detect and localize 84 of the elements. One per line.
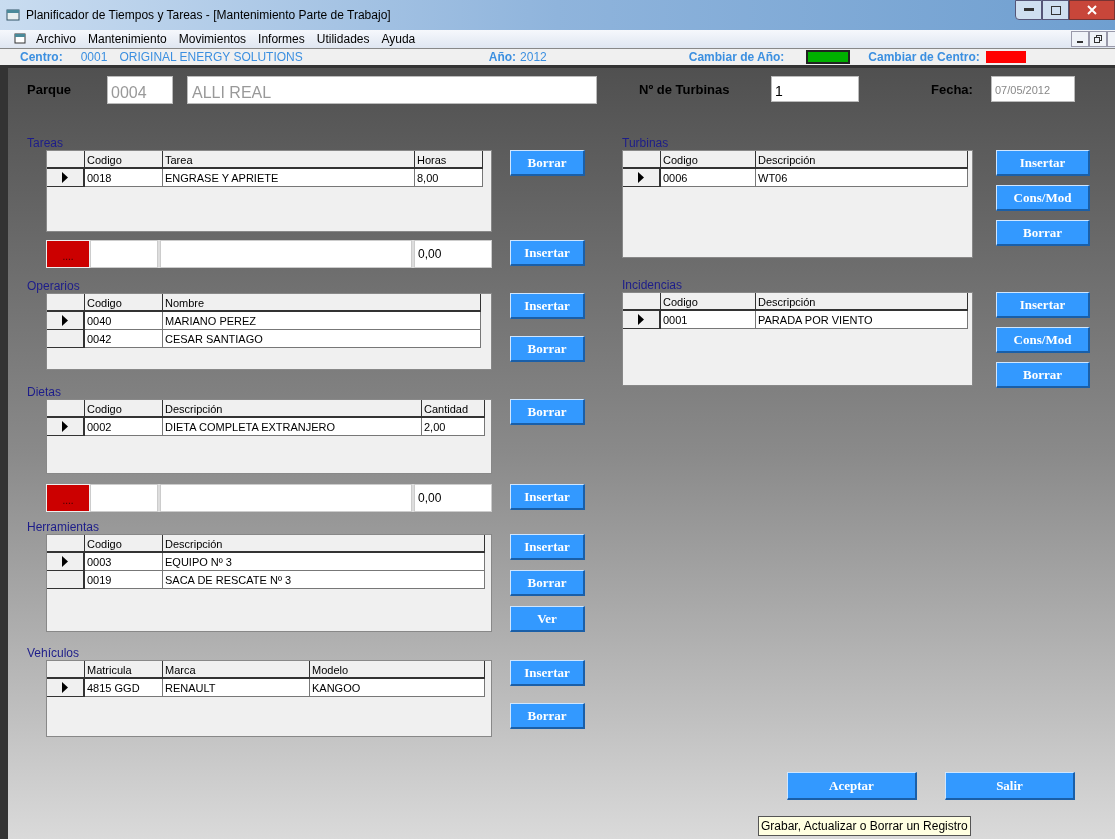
- row-indicator[interactable]: [47, 330, 85, 348]
- table-cell: PARADA POR VIENTO: [756, 311, 968, 329]
- table-cell: MARIANO PEREZ: [163, 312, 481, 330]
- center-code: 0001: [80, 49, 108, 66]
- maximize-button[interactable]: [1042, 0, 1069, 20]
- table-cell: DIETA COMPLETA EXTRANJERO: [163, 418, 422, 436]
- menu-item[interactable]: Ayuda: [381, 30, 416, 48]
- table-cell: 4815 GGD: [85, 679, 163, 697]
- table-cell: 0018: [85, 169, 163, 187]
- description-input[interactable]: [160, 240, 412, 268]
- pointer-icon: [62, 172, 68, 183]
- date-label: Fecha:: [931, 81, 974, 99]
- document-icon[interactable]: [14, 33, 28, 45]
- table-cell: KANGOO: [310, 679, 485, 697]
- maximize-icon: [1050, 5, 1061, 15]
- description-input[interactable]: [160, 484, 412, 512]
- pointer-icon: [638, 172, 644, 183]
- tooltip: Grabar, Actualizar o Borrar un Registro: [758, 816, 971, 836]
- section-title: Vehículos: [27, 645, 81, 660]
- menu-item[interactable]: Movimientos: [178, 30, 247, 48]
- table-cell: ENGRASE Y APRIETE: [163, 169, 415, 187]
- table-cell: CESAR SANTIAGO: [163, 330, 481, 348]
- amount-input[interactable]: 0,00: [414, 240, 492, 268]
- date-field[interactable]: 07/05/2012: [991, 76, 1075, 102]
- section-title: Tareas: [27, 135, 65, 150]
- center-name: ORIGINAL ENERGY SOLUTIONS: [119, 49, 303, 66]
- row-indicator[interactable]: [47, 169, 85, 187]
- year-label: Año:: [488, 49, 517, 66]
- table-cell: RENAULT: [163, 679, 310, 697]
- table-cell: EQUIPO Nº 3: [163, 553, 485, 571]
- pointer-icon: [638, 314, 644, 325]
- code-input[interactable]: [90, 240, 158, 268]
- turbines-count-field[interactable]: 1: [771, 76, 859, 102]
- row-indicator[interactable]: [47, 418, 85, 436]
- table-cell: 0002: [85, 418, 163, 436]
- menu-item[interactable]: Informes: [258, 30, 305, 48]
- change-year-button[interactable]: [806, 50, 851, 64]
- table-cell: 8,00: [415, 169, 483, 187]
- code-input[interactable]: [90, 484, 158, 512]
- pointer-icon: [62, 556, 68, 567]
- minimize-button[interactable]: [1071, 31, 1089, 47]
- close-icon: [1087, 5, 1097, 15]
- row-indicator[interactable]: [47, 571, 85, 589]
- table-cell: WT06: [756, 169, 968, 187]
- restore-button[interactable]: [1089, 31, 1107, 47]
- menu-item[interactable]: Mantenimiento: [88, 30, 167, 48]
- table-cell: 0001: [661, 311, 756, 329]
- change-year-label: Cambiar de Año:: [688, 49, 785, 66]
- change-center-button[interactable]: [985, 51, 1026, 63]
- row-indicator[interactable]: [47, 679, 85, 697]
- section-title: Herramientas: [27, 519, 101, 534]
- section-title: Dietas: [27, 384, 62, 399]
- row-indicator[interactable]: [623, 169, 661, 187]
- pointer-icon: [62, 421, 68, 432]
- section-title: Turbinas: [622, 135, 670, 150]
- app-icon: [6, 8, 20, 22]
- minimize-button[interactable]: [1015, 0, 1042, 20]
- menu-item[interactable]: Utilidades: [316, 30, 370, 48]
- pointer-icon: [62, 315, 68, 326]
- minimize-icon: [1023, 8, 1034, 12]
- park-label: Parque: [27, 81, 73, 99]
- close-button[interactable]: [1069, 0, 1115, 20]
- table-cell: 0040: [85, 312, 163, 330]
- table-cell: 0003: [85, 553, 163, 571]
- center-label: Centro:: [20, 49, 63, 66]
- turbines-count-label: Nº de Turbinas: [639, 81, 731, 99]
- restore-icon: [1094, 35, 1102, 43]
- pointer-icon: [62, 682, 68, 693]
- table-cell: 0042: [85, 330, 163, 348]
- amount-input[interactable]: 0,00: [414, 484, 492, 512]
- table-cell: SACA DE RESCATE Nº 3: [163, 571, 485, 589]
- menu-item[interactable]: Archivo: [36, 30, 76, 48]
- row-indicator[interactable]: [47, 553, 85, 571]
- row-indicator[interactable]: [623, 311, 661, 329]
- table-cell: 0006: [661, 169, 756, 187]
- window-title: Planificador de Tiempos y Tareas - [Mantenimiento Parte de Trabajo]: [26, 7, 391, 24]
- row-indicator[interactable]: [47, 312, 85, 330]
- change-center-label: Cambiar de Centro:: [868, 49, 980, 66]
- minimize-icon: [1077, 41, 1083, 43]
- section-title: Incidencias: [622, 277, 684, 292]
- table-cell: 0019: [85, 571, 163, 589]
- section-title: Operarios: [27, 278, 81, 293]
- table-cell: 2,00: [422, 418, 485, 436]
- year-value: 2012: [520, 49, 547, 66]
